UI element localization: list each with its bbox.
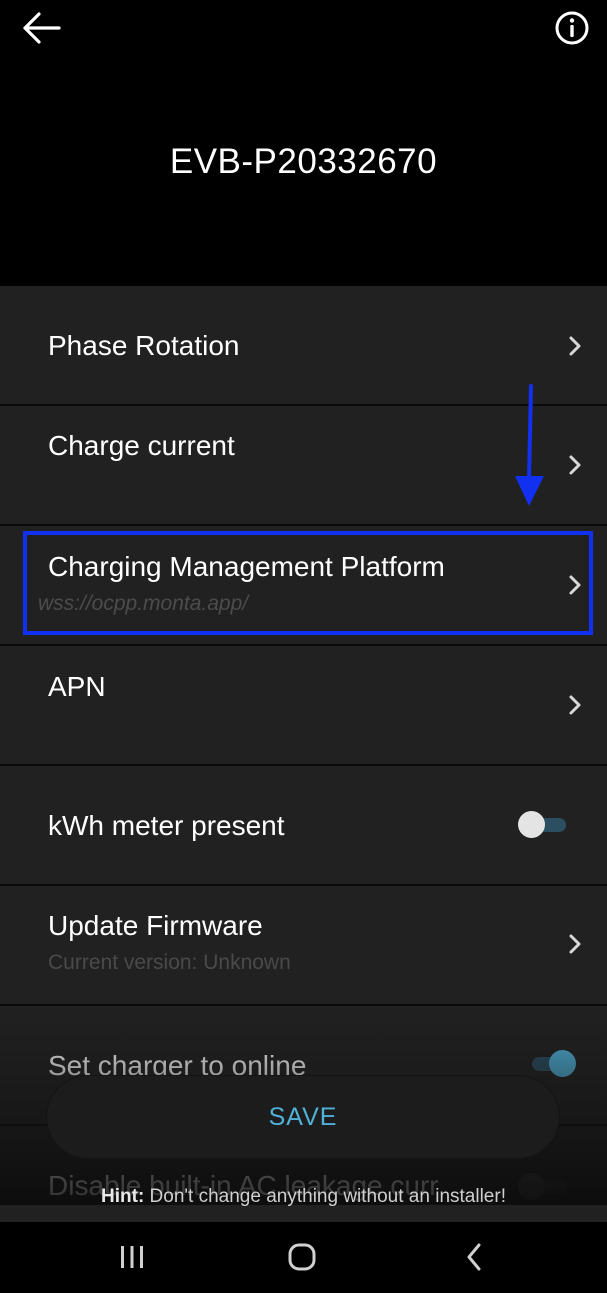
setting-label: kWh meter present <box>48 810 285 841</box>
home-button[interactable] <box>280 1240 324 1274</box>
app-header: EVB-P20332670 <box>0 0 607 286</box>
hint-prefix: Hint: <box>101 1186 145 1207</box>
set-online-toggle[interactable] <box>528 1049 578 1077</box>
chevron-right-icon <box>569 336 581 356</box>
chevron-left-icon <box>467 1243 481 1271</box>
recents-icon <box>121 1246 143 1268</box>
hint-message: Don't change anything without an install… <box>144 1186 506 1207</box>
toggle-knob <box>549 1050 576 1077</box>
setting-value: wss://ocpp.monta.app/ <box>38 592 249 615</box>
setting-row-kwh-meter: kWh meter present <box>0 766 607 886</box>
setting-label: Phase Rotation <box>48 330 240 361</box>
chevron-right-icon <box>569 695 581 715</box>
recents-button[interactable] <box>110 1240 154 1274</box>
page-title: EVB-P20332670 <box>169 142 438 181</box>
setting-label: APN <box>48 671 106 702</box>
info-button[interactable] <box>550 8 594 48</box>
info-circle-icon <box>555 11 589 45</box>
nav-back-button[interactable] <box>452 1240 496 1274</box>
chevron-right-icon <box>569 455 581 475</box>
setting-row-charging-management-platform[interactable]: Charging Management Platform wss://ocpp.… <box>0 526 607 646</box>
system-nav-bar <box>0 1222 607 1293</box>
setting-label: Update Firmware <box>48 910 263 941</box>
home-icon <box>288 1243 316 1271</box>
setting-row-apn[interactable]: APN <box>0 646 607 766</box>
toggle-knob <box>518 811 545 838</box>
setting-label: Charge current <box>48 430 235 461</box>
back-button[interactable] <box>18 8 64 48</box>
setting-label: Charging Management Platform <box>48 551 445 582</box>
setting-row-update-firmware[interactable]: Update Firmware Current version: Unknown <box>0 886 607 1006</box>
setting-row-charge-current[interactable]: Charge current <box>0 406 607 526</box>
save-button[interactable]: SAVE <box>47 1076 559 1158</box>
setting-row-phase-rotation[interactable]: Phase Rotation <box>0 286 607 406</box>
arrow-left-icon <box>23 12 61 44</box>
chevron-right-icon <box>569 934 581 954</box>
hint-text: Hint: Don't change anything without an i… <box>0 1186 607 1208</box>
chevron-right-icon <box>569 575 581 595</box>
setting-subtitle: Current version: Unknown <box>48 951 291 974</box>
kwh-meter-toggle[interactable] <box>518 810 568 838</box>
